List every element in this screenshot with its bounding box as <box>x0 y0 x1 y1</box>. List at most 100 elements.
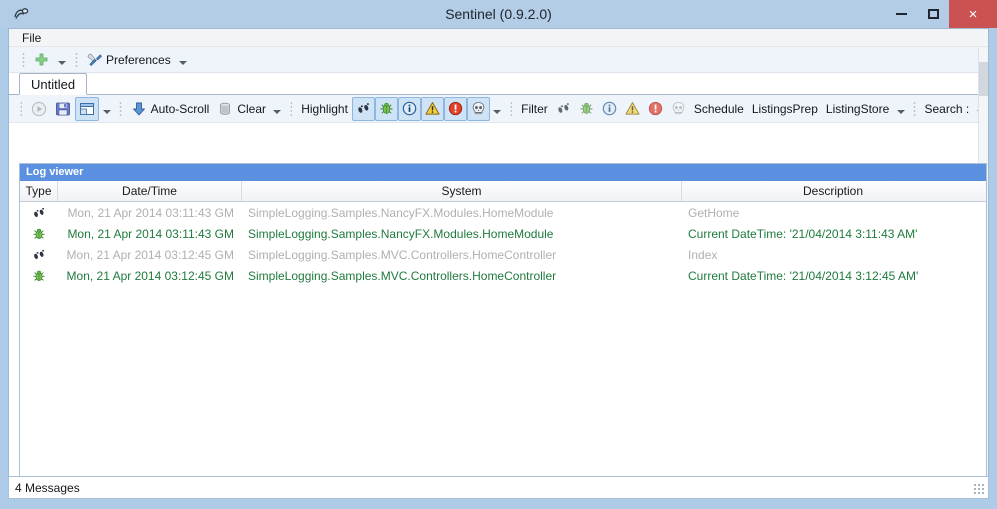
highlight-label: Highlight <box>301 101 348 116</box>
down-arrow-icon <box>131 101 147 117</box>
search-group-grip[interactable] <box>913 100 916 117</box>
highlight-trace-button[interactable] <box>351 96 375 121</box>
warning-icon <box>425 101 440 116</box>
filter-listingsprep-label: ListingsPrep <box>751 101 818 116</box>
bug-icon <box>20 269 58 283</box>
skull-icon <box>671 101 686 116</box>
filter-info-button[interactable] <box>598 97 621 121</box>
sentinel-icon <box>8 1 34 27</box>
log-grid-header: Type Date/Time System Description <box>20 181 986 202</box>
bug-icon <box>20 227 58 241</box>
warning-icon <box>625 101 640 116</box>
new-session-dropdown-icon[interactable] <box>56 53 67 67</box>
filter-trace-button[interactable] <box>552 97 575 121</box>
highlight-group-grip[interactable] <box>289 100 293 117</box>
play-icon <box>31 101 47 117</box>
highlight-label-button: Highlight <box>297 97 352 121</box>
filter-fatal-button[interactable] <box>667 97 690 121</box>
resize-grip-icon[interactable] <box>973 483 985 495</box>
preferences-dropdown-icon[interactable] <box>178 53 189 67</box>
trash-icon <box>217 101 233 117</box>
filter-listingsprep-button[interactable]: ListingsPrep <box>748 97 822 121</box>
cell-description: Current DateTime: '21/04/2014 3:12:45 AM… <box>688 268 919 283</box>
cell-description: Current DateTime: '21/04/2014 3:11:43 AM… <box>688 226 918 241</box>
filter-debug-button[interactable] <box>575 97 598 121</box>
highlight-fatal-button[interactable] <box>466 96 490 121</box>
maximize-button[interactable] <box>917 0 949 28</box>
skull-icon <box>471 101 486 116</box>
table-row[interactable]: Mon, 21 Apr 2014 03:11:43 GM SimpleLoggin… <box>20 223 986 244</box>
filter-group-dropdown-icon[interactable] <box>896 102 905 116</box>
close-icon: × <box>968 5 978 23</box>
filter-label-button: Filter <box>517 97 552 121</box>
column-header-description[interactable]: Description <box>682 181 984 201</box>
filter-error-button[interactable] <box>644 97 667 121</box>
main-toolbar: Auto-Scroll Clear Highlight Filter Sched… <box>9 95 988 123</box>
error-icon <box>648 101 663 116</box>
filter-schedule-label: Schedule <box>693 101 744 116</box>
bug-icon <box>379 101 394 116</box>
cell-datetime: Mon, 21 Apr 2014 03:11:43 GM <box>67 226 234 241</box>
highlight-info-button[interactable] <box>397 96 421 121</box>
layout-icon <box>79 101 95 117</box>
cell-datetime: Mon, 21 Apr 2014 03:12:45 GM <box>66 268 234 283</box>
filter-group-grip[interactable] <box>509 100 513 117</box>
menu-item-file[interactable]: File <box>17 31 46 45</box>
close-button[interactable]: × <box>949 0 997 28</box>
client-vertical-scroll-thumb[interactable] <box>979 62 988 96</box>
filter-listingstore-button[interactable]: ListingStore <box>822 97 893 121</box>
column-header-datetime[interactable]: Date/Time <box>58 181 242 201</box>
window-controls: × <box>885 0 997 28</box>
info-icon <box>402 101 417 116</box>
auto-scroll-button[interactable]: Auto-Scroll <box>127 97 214 121</box>
highlight-warning-button[interactable] <box>420 96 444 121</box>
cell-description: GetHome <box>688 205 740 220</box>
minimize-button[interactable] <box>885 0 917 28</box>
view-group-dropdown-icon[interactable] <box>273 102 282 116</box>
layout-button[interactable] <box>75 96 100 121</box>
column-header-system[interactable]: System <box>242 181 682 201</box>
clear-button[interactable]: Clear <box>213 97 270 121</box>
column-header-type[interactable]: Type <box>20 181 58 201</box>
filter-schedule-button[interactable]: Schedule <box>690 97 748 121</box>
status-bar: 4 Messages <box>8 476 989 499</box>
tab-strip: Untitled <box>9 73 988 95</box>
application-window: Sentinel (0.9.2.0) × File Preferences Un… <box>0 0 997 509</box>
bug-icon <box>579 101 594 116</box>
toolbar-grip[interactable] <box>22 51 25 68</box>
footprints-icon <box>20 248 58 262</box>
view-group-grip[interactable] <box>119 100 122 117</box>
filter-listingstore-label: ListingStore <box>825 101 890 116</box>
window-title: Sentinel (0.9.2.0) <box>445 6 552 22</box>
error-icon <box>448 101 463 116</box>
title-bar: Sentinel (0.9.2.0) × <box>0 0 997 28</box>
tab-untitled[interactable]: Untitled <box>19 73 88 95</box>
table-row[interactable]: Mon, 21 Apr 2014 03:11:43 GM SimpleLoggin… <box>20 202 986 223</box>
auto-scroll-label: Auto-Scroll <box>150 101 210 116</box>
save-icon <box>55 101 71 117</box>
highlight-error-button[interactable] <box>443 96 467 121</box>
filter-label: Filter <box>521 101 548 116</box>
minimize-icon <box>895 13 907 15</box>
cell-system: SimpleLogging.Samples.MVC.Controllers.Ho… <box>248 268 557 283</box>
message-count-status: 4 Messages <box>15 480 80 495</box>
highlight-group-dropdown-icon[interactable] <box>493 102 502 116</box>
toolbar-grip-2[interactable] <box>75 51 78 68</box>
new-session-button[interactable] <box>30 48 53 72</box>
save-button[interactable] <box>51 97 75 121</box>
session-group-grip[interactable] <box>20 100 23 117</box>
footprints-icon <box>556 101 571 116</box>
cell-datetime: Mon, 21 Apr 2014 03:11:43 GM <box>67 205 234 220</box>
preferences-button[interactable]: Preferences <box>83 48 175 72</box>
tools-icon <box>87 52 102 67</box>
highlight-debug-button[interactable] <box>374 96 398 121</box>
footprints-icon <box>356 101 371 116</box>
start-button[interactable] <box>27 97 51 121</box>
cell-system: SimpleLogging.Samples.MVC.Controllers.Ho… <box>248 247 557 262</box>
info-icon <box>602 101 617 116</box>
table-row[interactable]: Mon, 21 Apr 2014 03:12:45 GM SimpleLoggin… <box>20 244 986 265</box>
filter-warning-button[interactable] <box>621 97 644 121</box>
plus-icon <box>34 52 49 67</box>
session-group-dropdown-icon[interactable] <box>102 102 111 116</box>
table-row[interactable]: Mon, 21 Apr 2014 03:12:45 GM SimpleLoggin… <box>20 265 986 286</box>
